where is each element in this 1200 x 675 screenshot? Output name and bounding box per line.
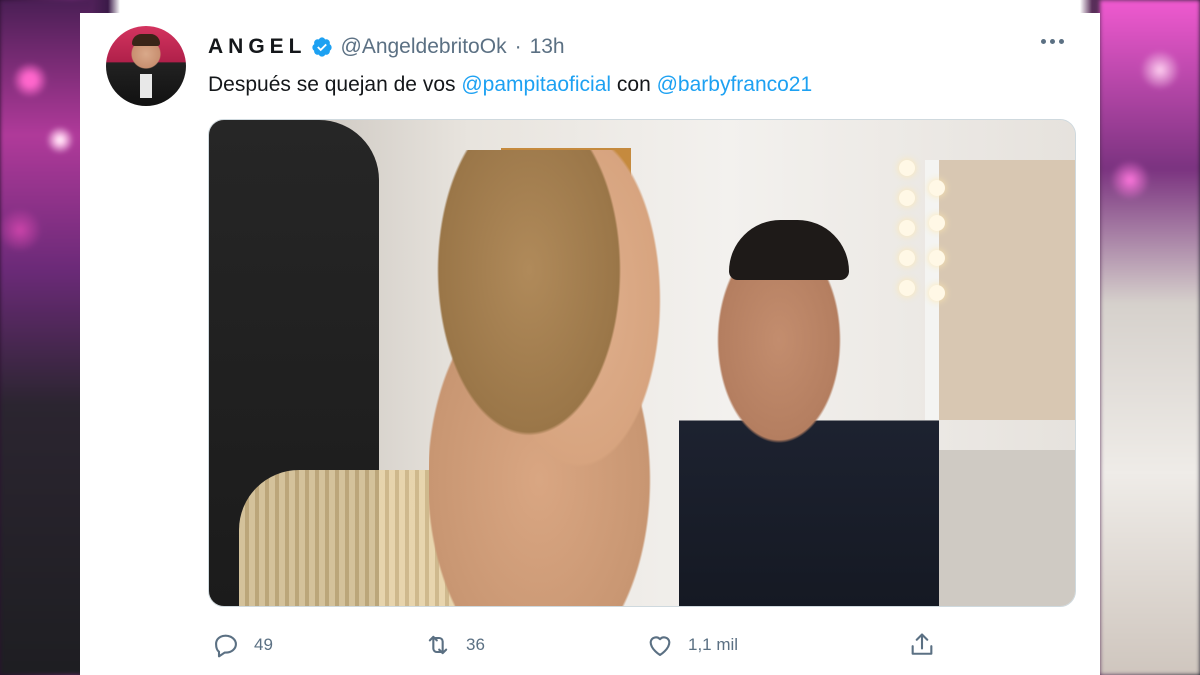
like-count: 1,1 mil [688, 635, 739, 654]
photo-bulb [899, 160, 915, 176]
tweet-text: Después se quejan de vos @pampitaoficial… [208, 73, 812, 97]
background-right-decor [1100, 0, 1200, 675]
retweet-icon [428, 635, 448, 655]
avatar[interactable] [106, 26, 186, 106]
share-icon [911, 633, 933, 655]
retweet-button[interactable]: 36 [424, 631, 485, 659]
avatar-shirt [140, 74, 152, 98]
reply-icon [215, 634, 237, 658]
like-button[interactable]: 1,1 mil [646, 631, 738, 659]
tweet-actions: 49 36 1,1 mil [208, 631, 1074, 663]
tweet-photo[interactable] [208, 119, 1076, 607]
handle[interactable]: @AngeldebritoOk [341, 35, 507, 59]
tweet-text-part: Después se quejan de vos [208, 73, 462, 96]
more-dot [1059, 39, 1064, 44]
reply-button[interactable]: 49 [212, 631, 273, 659]
photo-woman-hair [429, 150, 629, 450]
mention-link[interactable]: @pampitaoficial [461, 73, 611, 96]
tweet-header: ANGEL @AngeldebritoOk · 13h [208, 33, 565, 61]
retweet-count: 36 [466, 635, 485, 654]
share-button[interactable] [908, 631, 936, 659]
heart-icon [649, 636, 671, 656]
tweet-card[interactable]: ANGEL @AngeldebritoOk · 13h Después se q… [80, 13, 1100, 675]
display-name[interactable]: ANGEL [208, 35, 307, 59]
photo-bulb [929, 215, 945, 231]
tweet-text-part: con [611, 73, 657, 96]
more-horizontal-icon[interactable] [1041, 39, 1064, 44]
verified-badge-icon [311, 37, 332, 57]
photo-bulb [929, 180, 945, 196]
background-left-decor [0, 0, 92, 675]
mention-link[interactable]: @barbyfranco21 [657, 73, 813, 96]
photo-mirror [925, 160, 1075, 420]
avatar-hair [132, 34, 160, 46]
more-dot [1041, 39, 1046, 44]
separator-dot: · [514, 35, 522, 58]
more-dot [1050, 39, 1055, 44]
photo-man [679, 230, 939, 606]
photo-bulb [899, 190, 915, 206]
reply-count: 49 [254, 635, 273, 654]
timestamp[interactable]: 13h [530, 35, 565, 59]
